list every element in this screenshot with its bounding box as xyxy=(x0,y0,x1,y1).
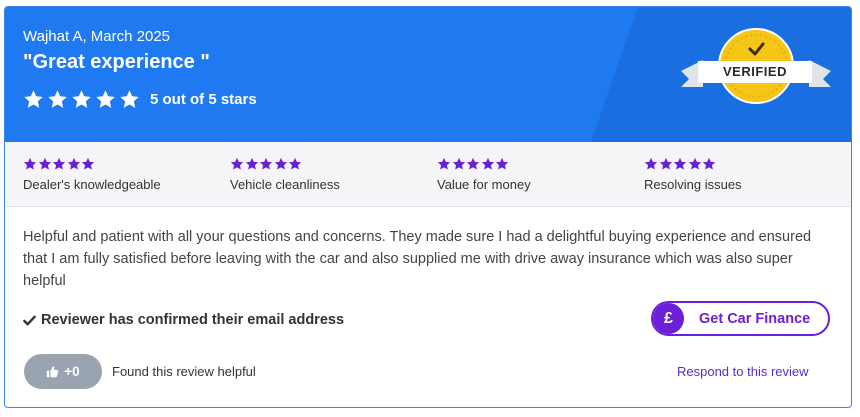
thumbs-up-icon xyxy=(47,366,59,378)
sub-rating-label: Vehicle cleanliness xyxy=(230,177,340,192)
overall-stars xyxy=(23,89,143,110)
email-confirmed-text: Reviewer has confirmed their email addre… xyxy=(41,312,345,328)
sub-rating-label: Dealer's knowledgeable xyxy=(23,177,161,192)
verified-badge-label: VERIFIED xyxy=(698,61,812,83)
star-icon xyxy=(48,90,67,108)
star-icon xyxy=(230,157,244,170)
star-icon xyxy=(688,157,701,170)
review-card: Wajhat A, March 2025 "Great experience "… xyxy=(4,6,852,408)
helpful-prompt-text: Found this review helpful xyxy=(112,364,256,379)
star-icon xyxy=(495,157,509,170)
sub-rating-label: Value for money xyxy=(437,177,531,192)
star-icon xyxy=(659,157,672,170)
reviewer-name-date: Wajhat A, March 2025 xyxy=(23,28,171,45)
helpful-vote-button[interactable]: +0 xyxy=(24,354,102,389)
star-icon xyxy=(274,157,287,170)
sub-rating-dealers-knowledgeable: Dealer's knowledgeable xyxy=(23,157,161,192)
star-icon xyxy=(437,157,451,170)
review-header: Wajhat A, March 2025 "Great experience "… xyxy=(5,7,851,142)
sub-rating-value-for-money: Value for money xyxy=(437,157,531,192)
sub-rating-stars xyxy=(644,157,742,171)
star-icon xyxy=(259,157,273,170)
star-icon xyxy=(67,157,80,170)
star-icon xyxy=(673,157,687,170)
pound-icon: £ xyxy=(653,303,684,334)
sub-rating-stars xyxy=(230,157,340,171)
sub-rating-label: Resolving issues xyxy=(644,177,742,192)
get-car-finance-label: Get Car Finance xyxy=(699,310,811,327)
sub-ratings-bar: Dealer's knowledgeable Vehicle cleanline… xyxy=(5,142,851,207)
overall-rating-text: 5 out of 5 stars xyxy=(150,91,257,108)
star-icon xyxy=(23,157,37,170)
email-confirmed-notice: Reviewer has confirmed their email addre… xyxy=(23,312,344,328)
sub-rating-stars xyxy=(437,157,531,171)
star-icon xyxy=(96,90,115,108)
star-icon xyxy=(24,90,43,108)
get-car-finance-button[interactable]: £ Get Car Finance xyxy=(651,301,830,336)
star-icon xyxy=(644,157,658,170)
review-body-text: Helpful and patient with all your questi… xyxy=(23,229,812,289)
sub-rating-resolving-issues: Resolving issues xyxy=(644,157,742,192)
star-icon xyxy=(452,157,465,170)
star-icon xyxy=(702,157,716,170)
star-icon xyxy=(481,157,494,170)
verified-badge-icon: VERIFIED xyxy=(681,27,831,105)
check-icon xyxy=(23,315,36,325)
star-icon xyxy=(72,90,91,108)
star-icon xyxy=(38,157,51,170)
overall-rating: 5 out of 5 stars xyxy=(23,89,257,110)
star-icon xyxy=(81,157,95,170)
star-icon xyxy=(120,90,139,108)
respond-to-review-link[interactable]: Respond to this review xyxy=(677,364,809,379)
star-icon xyxy=(52,157,66,170)
helpful-vote-count: +0 xyxy=(64,364,80,379)
star-icon xyxy=(288,157,302,170)
star-icon xyxy=(466,157,480,170)
sub-rating-vehicle-cleanliness: Vehicle cleanliness xyxy=(230,157,340,192)
star-icon xyxy=(245,157,258,170)
review-title: "Great experience " xyxy=(23,51,210,73)
sub-rating-stars xyxy=(23,157,161,171)
